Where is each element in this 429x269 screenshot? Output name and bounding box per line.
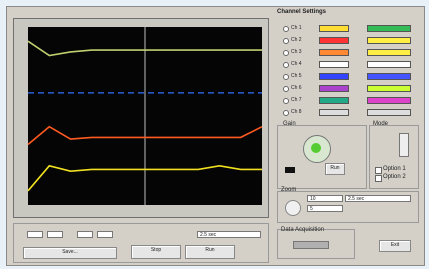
stop-label: Data Acquisition	[281, 227, 325, 233]
field-b[interactable]: 5	[307, 205, 343, 212]
time-knob[interactable]	[285, 200, 301, 216]
channel-color-left[interactable]	[319, 49, 349, 56]
time-value-field[interactable]: 2.5 sec	[345, 195, 411, 202]
led-indicator	[285, 167, 295, 173]
mode-switch[interactable]	[399, 133, 409, 157]
bottom-field-2[interactable]	[47, 231, 63, 238]
stop-slider[interactable]	[293, 241, 329, 249]
run-button-2[interactable]: Run	[185, 245, 235, 259]
channel-radio[interactable]	[283, 38, 289, 44]
gain-knob-center	[311, 143, 321, 153]
channel-label: Ch 3	[291, 49, 302, 55]
chart-area	[13, 18, 269, 218]
mode-label: Mode	[373, 121, 389, 127]
channel-radio[interactable]	[283, 86, 289, 92]
exit-button[interactable]: Exit	[379, 240, 411, 252]
channel-radio[interactable]	[283, 74, 289, 80]
bottom-field-3[interactable]	[77, 231, 93, 238]
channel-label: Ch 4	[291, 61, 302, 67]
option1-checkbox[interactable]	[375, 167, 382, 174]
option1-label: Option 1	[383, 166, 406, 172]
channel-color-left[interactable]	[319, 25, 349, 32]
bottom-field-1[interactable]	[27, 231, 43, 238]
line-chart	[27, 27, 263, 205]
time-label: Zoom	[281, 187, 297, 193]
channel-color-left[interactable]	[319, 109, 349, 116]
channel-label: Ch 2	[291, 37, 302, 43]
channel-color-right[interactable]	[367, 97, 411, 104]
channel-color-right[interactable]	[367, 25, 411, 32]
channel-label: Ch 8	[291, 109, 302, 115]
channel-color-right[interactable]	[367, 85, 411, 92]
channel-radio[interactable]	[283, 110, 289, 116]
gain-label: Gain	[283, 121, 296, 127]
panel-title: Channel Settings	[277, 9, 327, 15]
run-button[interactable]: Run	[325, 163, 345, 175]
channel-label: Ch 1	[291, 25, 302, 31]
channel-label: Ch 6	[291, 85, 302, 91]
channel-color-left[interactable]	[319, 61, 349, 68]
channel-label: Ch 7	[291, 97, 302, 103]
channel-color-right[interactable]	[367, 109, 411, 116]
channel-label: Ch 5	[291, 73, 302, 79]
stop-button[interactable]: Stop	[131, 245, 181, 259]
option2-checkbox[interactable]	[375, 175, 382, 182]
channel-color-left[interactable]	[319, 97, 349, 104]
save-button[interactable]: Save...	[23, 247, 117, 259]
channel-radio[interactable]	[283, 50, 289, 56]
channel-color-right[interactable]	[367, 37, 411, 44]
channel-color-left[interactable]	[319, 37, 349, 44]
channel-radio[interactable]	[283, 98, 289, 104]
channel-radio[interactable]	[283, 62, 289, 68]
channel-color-left[interactable]	[319, 85, 349, 92]
bottom-field-4[interactable]	[97, 231, 113, 238]
channel-radio[interactable]	[283, 26, 289, 32]
channel-color-right[interactable]	[367, 49, 411, 56]
channel-color-right[interactable]	[367, 73, 411, 80]
app-window: Channel Settings Ch 1 Ch 2 Ch 3 Ch 4 Ch 5 Ch …	[6, 6, 425, 266]
channel-color-left[interactable]	[319, 73, 349, 80]
channel-color-right[interactable]	[367, 61, 411, 68]
time-field-bottom[interactable]: 2.5 sec	[197, 231, 261, 238]
option2-label: Option 2	[383, 174, 406, 180]
field-a[interactable]: 10	[307, 195, 343, 202]
